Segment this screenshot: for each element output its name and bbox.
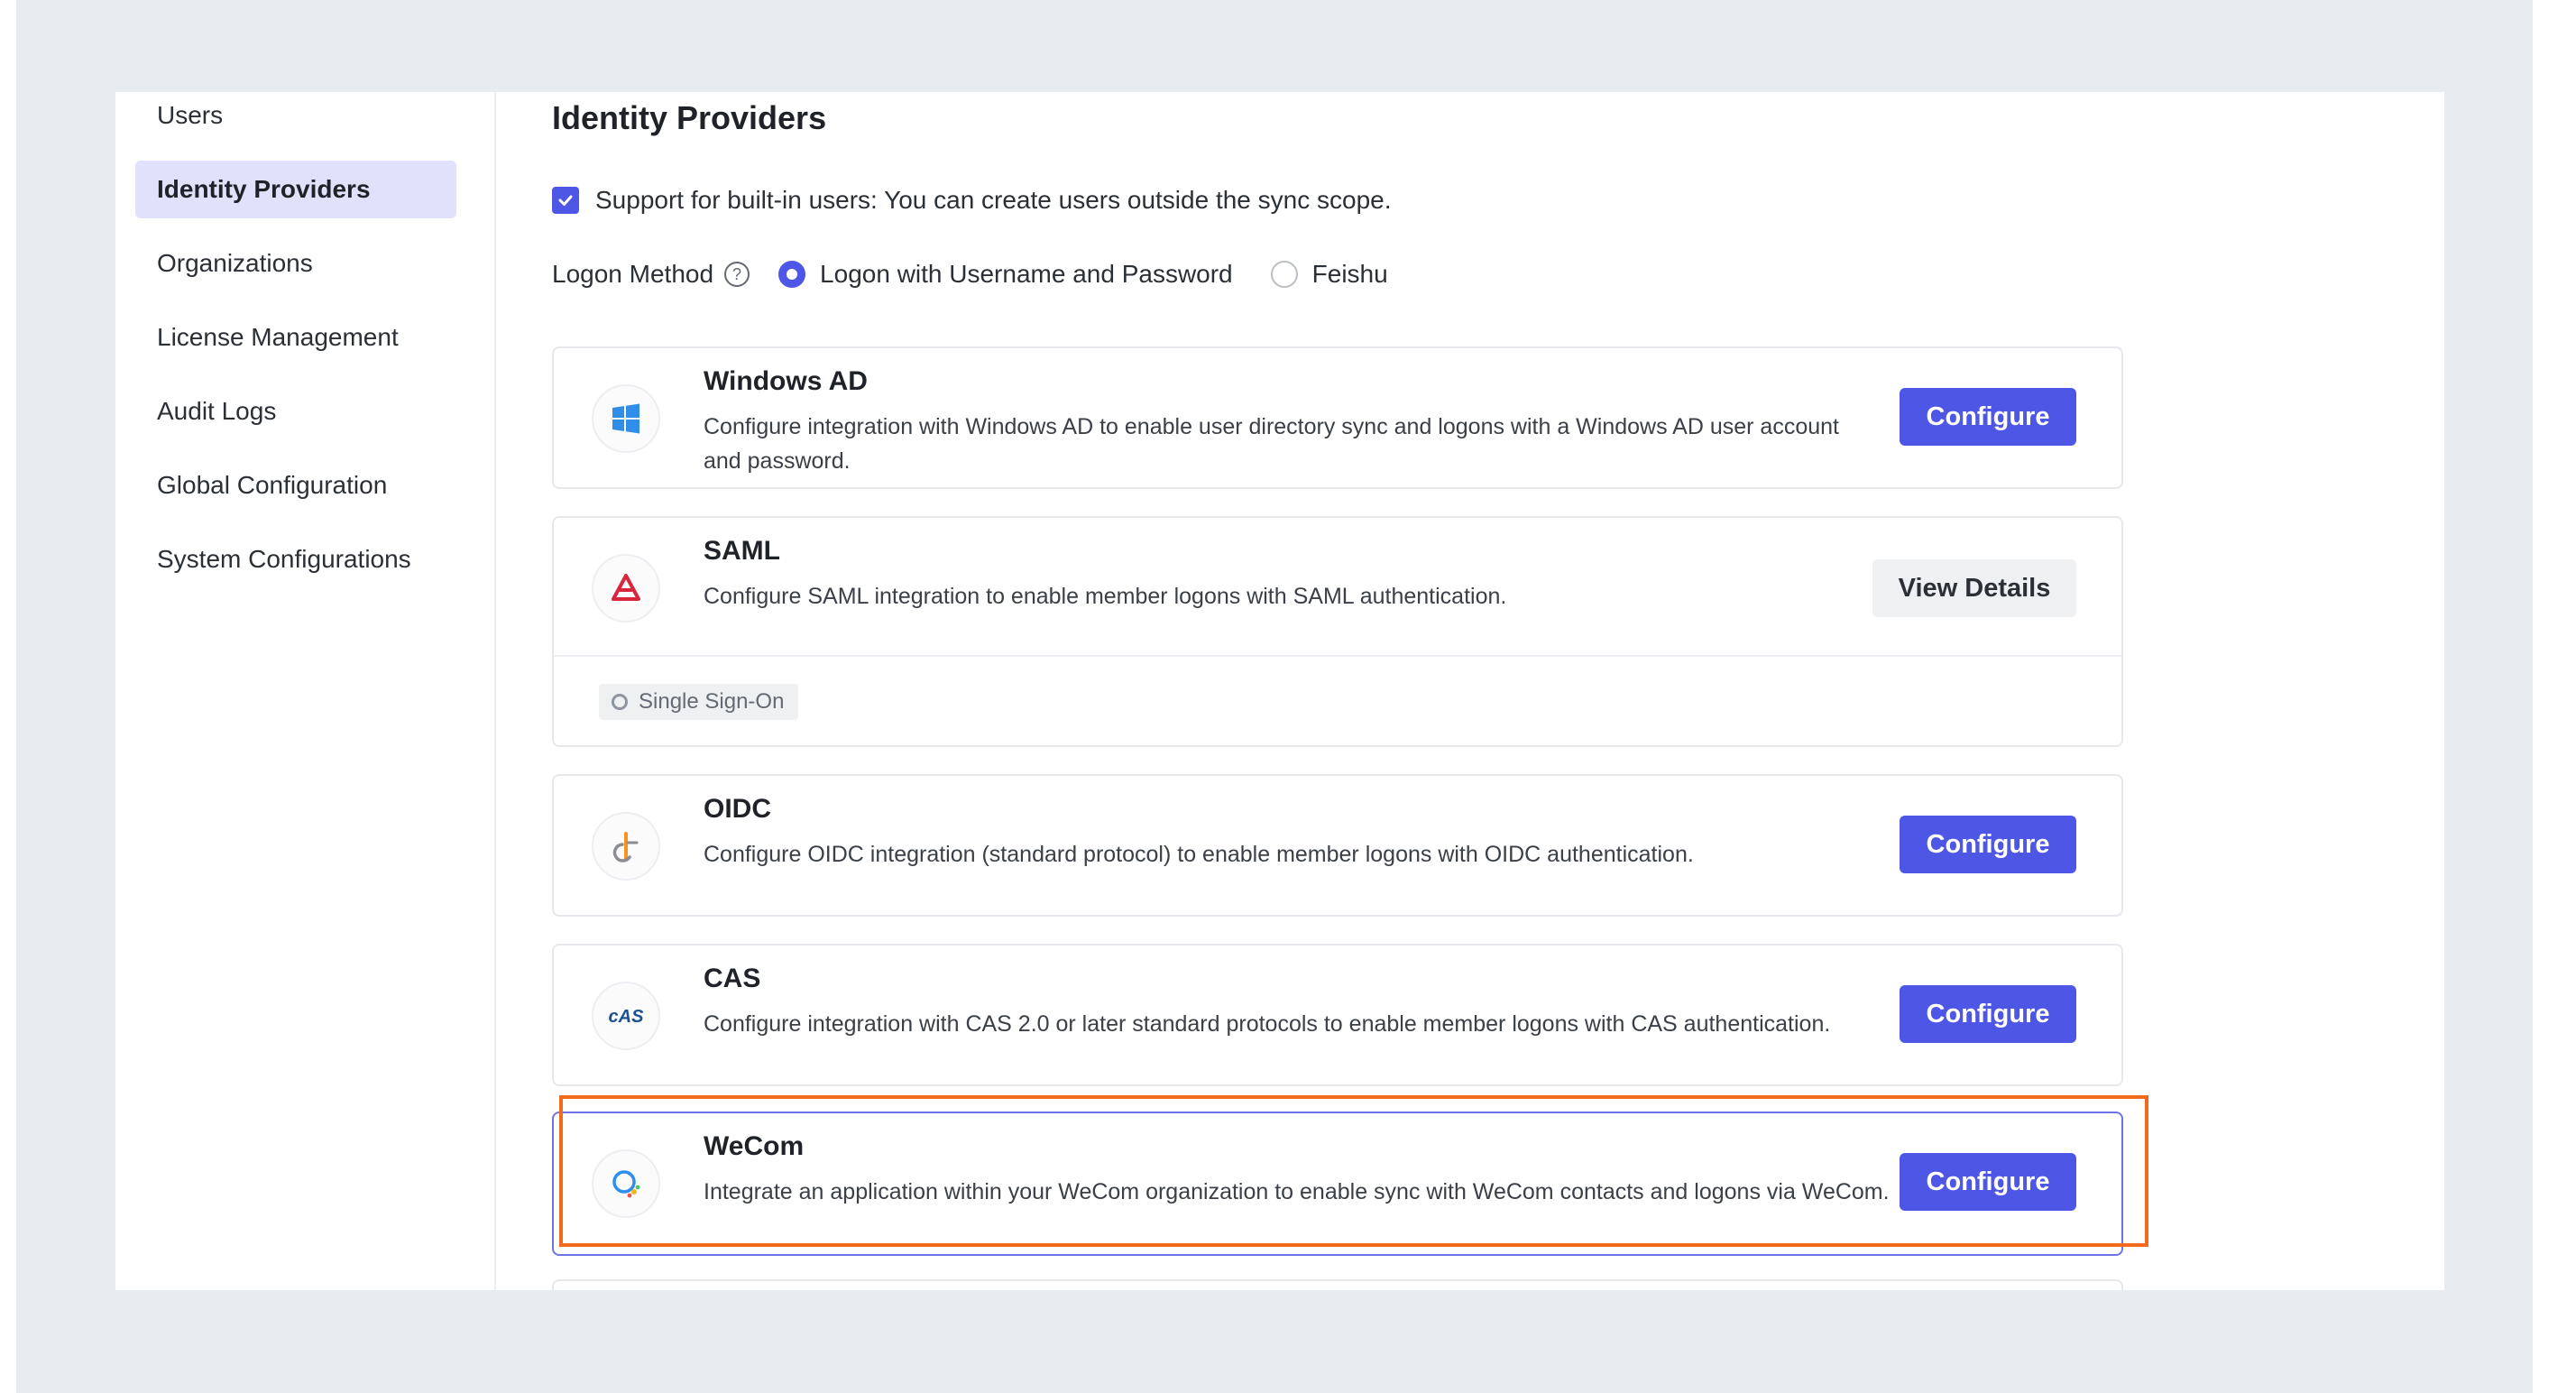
sidebar-item-global-configuration[interactable]: Global Configuration	[135, 457, 456, 514]
provider-card-cas: cAS CAS Configure integration with CAS 2…	[552, 944, 2123, 1086]
provider-card-next	[552, 1279, 2123, 1290]
tag-label: Single Sign-On	[639, 689, 785, 714]
logon-method-label: Logon Method	[552, 260, 714, 288]
sidebar-item-system-configurations[interactable]: System Configurations	[135, 530, 456, 588]
wecom-logo-icon	[592, 1149, 660, 1218]
radio-feishu-label[interactable]: Feishu	[1312, 260, 1388, 289]
screenshot-frame: Users Identity Providers Organizations L…	[16, 0, 2533, 1393]
sidebar-item-identity-providers[interactable]: Identity Providers	[135, 161, 456, 218]
provider-title: CAS	[704, 964, 761, 993]
sidebar: Users Identity Providers Organizations L…	[115, 92, 496, 1290]
builtin-users-label: Support for built-in users: You can crea…	[595, 186, 1392, 214]
sidebar-item-license-management[interactable]: License Management	[135, 309, 456, 366]
configure-button-windows-ad[interactable]: Configure	[1900, 388, 2076, 446]
configure-button-oidc[interactable]: Configure	[1900, 816, 2076, 873]
saml-logo-icon	[592, 554, 660, 623]
oidc-logo-icon	[592, 812, 660, 881]
configure-button-wecom[interactable]: Configure	[1900, 1153, 2076, 1211]
windows-logo-icon	[592, 384, 660, 453]
provider-card-saml: SAML Configure SAML integration to enabl…	[552, 516, 2123, 747]
radio-feishu[interactable]	[1270, 261, 1298, 288]
sidebar-item-users[interactable]: Users	[135, 92, 456, 144]
logon-method-row: Logon Method ? Logon with Username and P…	[552, 254, 1388, 294]
sidebar-item-audit-logs[interactable]: Audit Logs	[135, 383, 456, 440]
sidebar-item-organizations[interactable]: Organizations	[135, 235, 456, 292]
provider-title: SAML	[704, 536, 780, 566]
app-panel: Users Identity Providers Organizations L…	[115, 92, 2444, 1290]
provider-title: WeCom	[704, 1131, 805, 1161]
view-details-button-saml[interactable]: View Details	[1872, 559, 2076, 617]
question-circle-icon[interactable]: ?	[724, 262, 750, 287]
provider-description: Integrate an application within your WeC…	[704, 1179, 1890, 1204]
single-sign-on-tag: Single Sign-On	[599, 684, 799, 720]
main-content: Identity Providers Support for built-in …	[494, 92, 2444, 1290]
svg-text:cAS: cAS	[609, 1007, 645, 1027]
builtin-users-row: Support for built-in users: You can crea…	[552, 182, 1392, 218]
provider-description: Configure OIDC integration (standard pro…	[704, 842, 1694, 867]
page-title: Identity Providers	[552, 99, 827, 136]
builtin-users-checkbox[interactable]	[552, 187, 579, 214]
provider-title: OIDC	[704, 794, 771, 824]
provider-description: Configure SAML integration to enable mem…	[704, 584, 1507, 609]
radio-username-password-label[interactable]: Logon with Username and Password	[820, 260, 1233, 289]
provider-title: Windows AD	[704, 366, 868, 396]
radio-username-password[interactable]	[778, 261, 806, 288]
sso-circle-icon	[612, 694, 628, 710]
provider-description: Configure integration with CAS 2.0 or la…	[704, 1011, 1831, 1037]
checkmark-icon	[558, 195, 573, 206]
provider-card-wecom: WeCom Integrate an application within yo…	[552, 1112, 2123, 1256]
saml-tag-strip: Single Sign-On	[554, 655, 2121, 745]
configure-button-cas[interactable]: Configure	[1900, 985, 2076, 1043]
provider-card-oidc: OIDC Configure OIDC integration (standar…	[552, 774, 2123, 917]
cas-logo-icon: cAS	[592, 982, 660, 1050]
provider-description: Configure integration with Windows AD to…	[704, 414, 1839, 474]
provider-card-windows-ad: Windows AD Configure integration with Wi…	[552, 346, 2123, 489]
